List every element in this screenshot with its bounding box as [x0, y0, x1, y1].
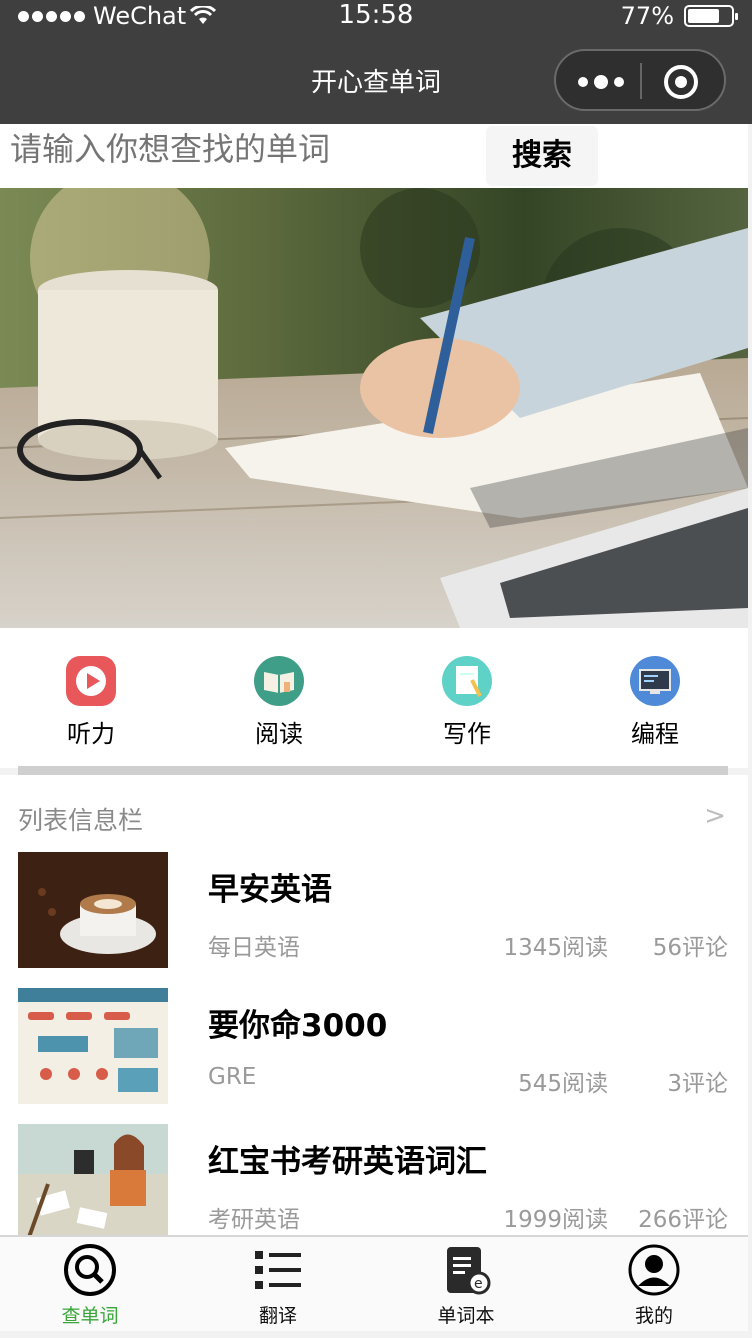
list-item[interactable]: 要你命3000 GRE 545阅读 3评论	[0, 988, 748, 1104]
user-icon	[627, 1243, 681, 1297]
list-item[interactable]: 早安英语 每日英语 1345阅读 56评论	[0, 852, 748, 968]
list-item-source: 考研英语	[208, 1207, 300, 1233]
search-input[interactable]	[10, 130, 470, 168]
status-bar: WeChat 15:58 77%	[0, 0, 752, 34]
battery-icon	[684, 5, 738, 27]
tab-label: 单词本	[437, 1305, 495, 1327]
tab-label: 翻译	[258, 1305, 297, 1327]
study-illustration-image	[18, 1124, 168, 1240]
list-item-comments: 266评论	[638, 1207, 728, 1233]
list-header: 列表信息栏	[18, 806, 144, 835]
section-divider	[18, 766, 728, 775]
tab-translate[interactable]: 翻译	[218, 1243, 338, 1328]
coffee-image	[18, 852, 168, 968]
quick-nav-label: 听力	[67, 720, 115, 748]
more-options-button[interactable]	[578, 75, 624, 89]
quick-nav-writing[interactable]: 写作	[412, 656, 522, 749]
quick-nav-programming[interactable]: 编程	[600, 656, 710, 749]
banner-image[interactable]	[0, 188, 748, 628]
tab-bar: 查单词 翻译 e 单词本 我的	[0, 1235, 748, 1331]
list-more-button[interactable]: >	[704, 801, 726, 831]
tab-wordbook[interactable]: e 单词本	[406, 1243, 526, 1328]
notebook-icon: e	[439, 1243, 493, 1297]
list-section: 列表信息栏 > 早安英语 每日英语 1345阅读 56评论 要你命3000 GR…	[0, 775, 748, 1240]
quick-nav-listening[interactable]: 听力	[36, 656, 146, 749]
book-icon	[254, 656, 304, 706]
quick-nav-label: 写作	[443, 720, 491, 748]
monitor-icon	[630, 656, 680, 706]
close-miniprogram-button[interactable]	[664, 65, 698, 99]
list-icon	[251, 1243, 305, 1297]
search-row: 搜索	[0, 124, 748, 188]
list-item-reads: 545阅读	[518, 1071, 608, 1097]
capsule-divider	[640, 63, 642, 99]
quick-nav: 听力 阅读 写作 编程	[0, 628, 748, 768]
tab-lookup[interactable]: 查单词	[30, 1243, 150, 1328]
list-item-title: 要你命3000	[208, 1008, 388, 1044]
gre-infographic-image	[18, 988, 168, 1104]
list-item-reads: 1345阅读	[503, 935, 608, 961]
quick-nav-label: 阅读	[255, 720, 303, 748]
list-item-source: 每日英语	[208, 935, 300, 961]
list-item-title: 早安英语	[208, 872, 332, 908]
list-item[interactable]: 红宝书考研英语词汇 考研英语 1999阅读 266评论	[0, 1124, 748, 1240]
search-button[interactable]: 搜索	[486, 126, 598, 186]
svg-text:e: e	[474, 1276, 483, 1292]
quick-nav-label: 编程	[631, 720, 679, 748]
tab-label: 我的	[634, 1305, 673, 1327]
paper-pencil-icon	[442, 656, 492, 706]
list-item-title: 红宝书考研英语词汇	[208, 1144, 487, 1180]
battery-group: 77%	[620, 2, 738, 30]
play-icon	[66, 656, 116, 706]
tab-profile[interactable]: 我的	[594, 1243, 714, 1328]
miniprogram-capsule	[554, 49, 726, 111]
search-icon	[63, 1243, 117, 1297]
list-item-source: GRE	[208, 1064, 257, 1090]
tab-label: 查单词	[61, 1305, 119, 1327]
battery-percent: 77%	[620, 2, 674, 30]
list-item-comments: 3评论	[667, 1071, 728, 1097]
top-bar: WeChat 15:58 77% 开心查单词	[0, 0, 752, 124]
quick-nav-reading[interactable]: 阅读	[224, 656, 334, 749]
list-item-comments: 56评论	[652, 935, 728, 961]
list-item-reads: 1999阅读	[503, 1207, 608, 1233]
